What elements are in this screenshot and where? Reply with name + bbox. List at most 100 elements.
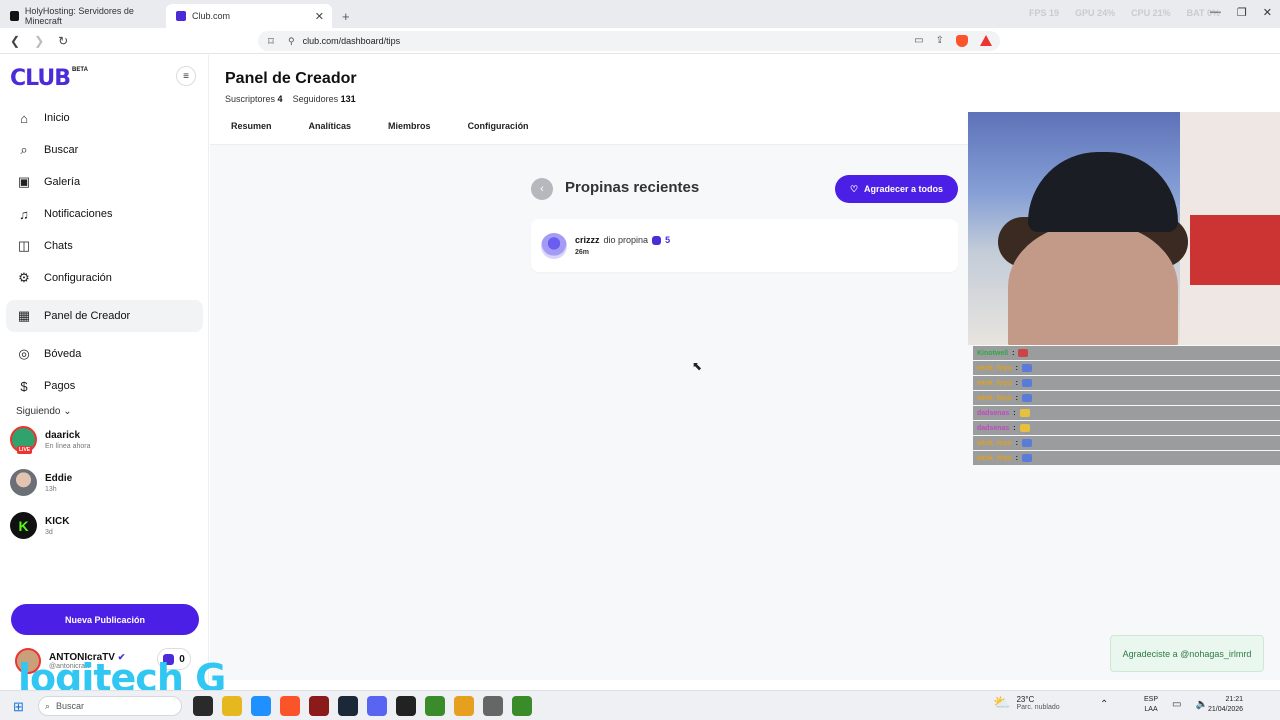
- url-field[interactable]: ⌑ ⚲ club.com/dashboard/tips ▭ ⇪: [258, 31, 1000, 51]
- tab-miembros[interactable]: Miembros: [388, 121, 431, 131]
- network-icon[interactable]: ▭: [1172, 699, 1181, 710]
- chat-username: Kinotwell: [977, 349, 1009, 357]
- sidebar: CLUB BETA ≡ ⌂ Inicio ⌕ Buscar ▣ Galería ♫ Notif…: [0, 55, 209, 720]
- sidebar-item-buscar[interactable]: ⌕ Buscar: [6, 134, 203, 166]
- back-icon[interactable]: ❮: [10, 34, 20, 48]
- bookmark-icon[interactable]: ⌑: [262, 35, 280, 48]
- window-controls: — ❐ ✕: [1210, 6, 1272, 19]
- chat-separator: :: [1013, 424, 1016, 432]
- following-name: daarick: [45, 429, 81, 441]
- taskbar-app-icon[interactable]: [309, 696, 329, 716]
- tipper-name[interactable]: crizzz: [575, 235, 600, 245]
- tab-resumen[interactable]: Resumen: [231, 121, 272, 131]
- taskbar-app-icon[interactable]: [222, 696, 242, 716]
- new-tab-button[interactable]: +: [332, 4, 360, 28]
- emote-icon: [1021, 394, 1032, 402]
- chat-message: wtnk_foyo:: [973, 376, 1280, 390]
- thank-all-label: Agradecer a todos: [864, 184, 944, 194]
- weather-icon: ⛅: [993, 694, 1011, 710]
- sidebar-item-label: Configuración: [44, 272, 112, 284]
- windows-start-icon[interactable]: ⊞: [13, 699, 24, 715]
- stream-chat-overlay: Kinotwell: wtnk_foyo: wtnk_foyo: wtnk_foyo:…: [973, 346, 1280, 466]
- taskbar-app-icon[interactable]: [396, 696, 416, 716]
- sidebar-item-notificaciones[interactable]: ♫ Notificaciones: [6, 198, 203, 230]
- sidebar-item-label: Inicio: [44, 112, 70, 124]
- brave-rewards-icon[interactable]: [980, 35, 992, 46]
- taskbar-app-icon[interactable]: [338, 696, 358, 716]
- chevron-left-icon: ‹: [540, 183, 544, 195]
- close-tab-icon[interactable]: ✕: [315, 10, 324, 23]
- chat-message: dadsenas:: [973, 406, 1280, 420]
- mouse-cursor-icon: ⬉: [692, 359, 703, 373]
- thank-all-button[interactable]: ♡ Agradecer a todos: [835, 175, 958, 203]
- sidebar-item-chats[interactable]: ◫ Chats: [6, 230, 203, 262]
- tab-holyhosting[interactable]: HolyHosting: Servidores de Minecraft: [0, 4, 166, 28]
- tab-configuracion[interactable]: Configuración: [468, 121, 529, 131]
- share-icon[interactable]: ⇪: [936, 35, 944, 47]
- following-item-daarick[interactable]: LIVE daarick En línea ahora: [10, 426, 91, 454]
- chat-username: wtnk_foyo: [977, 394, 1012, 402]
- sidebar-item-configuracion[interactable]: ⚙ Configuración: [6, 262, 203, 294]
- sidebar-item-pagos[interactable]: $ Pagos: [6, 370, 203, 402]
- avatar: [10, 469, 37, 496]
- live-badge: LIVE: [17, 446, 33, 454]
- close-window-icon[interactable]: ✕: [1263, 6, 1272, 19]
- taskbar-app-icon[interactable]: [425, 696, 445, 716]
- sidebar-item-galeria[interactable]: ▣ Galería: [6, 166, 203, 198]
- minimize-icon[interactable]: —: [1210, 6, 1221, 19]
- chevron-up-icon[interactable]: ⌃: [1100, 699, 1108, 710]
- club-logo[interactable]: CLUB BETA: [10, 66, 88, 91]
- following-name: KICK: [45, 515, 70, 527]
- brave-shield-icon[interactable]: [956, 35, 968, 47]
- clock[interactable]: 21:21 21/04/2026: [1208, 695, 1243, 715]
- emote-icon: [1021, 379, 1032, 387]
- tip-time: 26m: [575, 249, 590, 256]
- emote-icon: [1018, 349, 1029, 357]
- following-status: En línea ahora: [45, 442, 91, 450]
- tab-club[interactable]: Club.com ✕: [166, 4, 332, 28]
- reload-icon[interactable]: ↻: [58, 34, 68, 48]
- hamburger-menu-icon[interactable]: ≡: [176, 66, 196, 86]
- taskbar-app-icon[interactable]: [483, 696, 503, 716]
- avatar[interactable]: [541, 233, 567, 259]
- back-button[interactable]: ‹: [531, 178, 553, 200]
- taskbar-app-icon[interactable]: [367, 696, 387, 716]
- chat-message: wtnk_foyo:: [973, 451, 1280, 465]
- heart-icon: ♡: [849, 183, 859, 194]
- emote-icon: [1021, 364, 1032, 372]
- sidebar-item-boveda[interactable]: ◎ Bóveda: [6, 338, 203, 370]
- chat-separator: :: [1015, 394, 1018, 402]
- sidebar-item-inicio[interactable]: ⌂ Inicio: [6, 102, 203, 134]
- tab-label: HolyHosting: Servidores de Minecraft: [24, 6, 134, 26]
- following-status: 3d: [45, 528, 53, 536]
- dashboard-tabs: Resumen Analíticas Miembros Configuració…: [231, 121, 529, 131]
- bell-icon: ♫: [19, 206, 29, 222]
- page-title: Panel de Creador: [225, 70, 357, 87]
- language-indicator[interactable]: ESP LAA: [1144, 695, 1158, 715]
- taskbar-app-icon[interactable]: [512, 696, 532, 716]
- following-item-eddie[interactable]: Eddie 13h: [10, 469, 72, 496]
- forward-icon[interactable]: ❯: [34, 34, 44, 48]
- tab-analiticas[interactable]: Analíticas: [309, 121, 352, 131]
- taskbar-app-icon[interactable]: [193, 696, 213, 716]
- taskbar-search[interactable]: ⌕ Buscar: [38, 696, 182, 716]
- taskbar-app-icon[interactable]: [251, 696, 271, 716]
- taskbar-app-icon[interactable]: [280, 696, 300, 716]
- volume-icon[interactable]: 🔈: [1195, 699, 1207, 710]
- sidebar-item-label: Bóveda: [44, 348, 82, 360]
- cast-icon[interactable]: ▭: [914, 35, 923, 47]
- site-info-icon[interactable]: ⚲: [288, 36, 295, 47]
- tip-action: dio propina: [603, 235, 649, 245]
- chat-separator: :: [1013, 409, 1016, 417]
- restore-icon[interactable]: ❐: [1237, 6, 1247, 19]
- weather-widget[interactable]: ⛅ 23°C Parc. nublado: [993, 694, 1060, 711]
- sidebar-item-panel-de-creador[interactable]: ▦ Panel de Creador: [6, 300, 203, 332]
- following-item-kick[interactable]: K KICK 3d: [10, 512, 69, 539]
- following-header[interactable]: Siguiendo ⌄: [16, 406, 72, 417]
- new-post-button[interactable]: Nueva Publicación: [11, 604, 199, 635]
- dashboard-icon: ▦: [17, 308, 31, 323]
- sidebar-item-label: Chats: [44, 240, 73, 252]
- gpu-readout: GPU 24%: [1075, 8, 1116, 18]
- emote-icon: [1019, 409, 1030, 417]
- taskbar-app-icon[interactable]: [454, 696, 474, 716]
